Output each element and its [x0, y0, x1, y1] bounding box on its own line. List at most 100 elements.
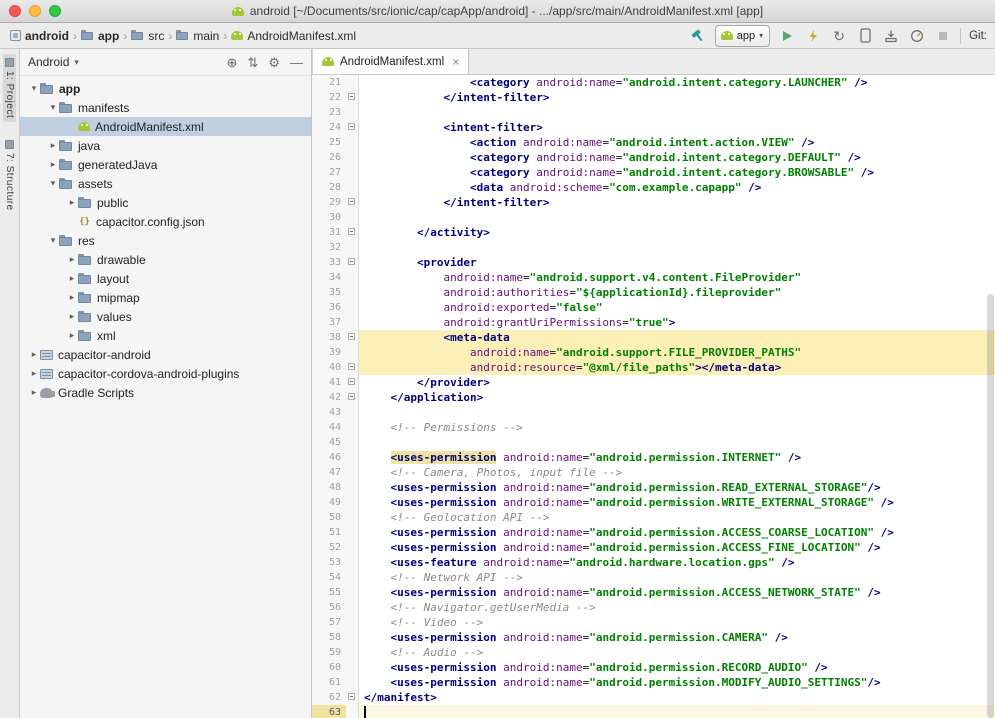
tree-chevron-icon[interactable]: ▸	[66, 330, 78, 341]
code-line-40[interactable]: 40 android:resource="@xml/file_paths"></…	[312, 360, 995, 375]
code-line-38[interactable]: 38 <meta-data	[312, 330, 995, 345]
fold-marker-icon[interactable]	[348, 93, 355, 100]
breadcrumb-item-AndroidManifest.xml[interactable]: AndroidManifest.xml	[229, 29, 358, 43]
code-line-39[interactable]: 39 android:name="android.support.FILE_PR…	[312, 345, 995, 360]
tree-item-AndroidManifest.xml[interactable]: AndroidManifest.xml	[20, 117, 311, 136]
tool-window-tab-project[interactable]: 1: Project	[3, 54, 16, 122]
fold-gutter[interactable]	[346, 390, 359, 405]
fold-gutter[interactable]	[346, 120, 359, 135]
tree-item-java[interactable]: ▸java	[20, 136, 311, 155]
tree-item-app[interactable]: ▾app	[20, 79, 311, 98]
close-icon[interactable]: ×	[452, 55, 459, 69]
tree-chevron-icon[interactable]: ▸	[28, 368, 40, 379]
tree-item-drawable[interactable]: ▸drawable	[20, 250, 311, 269]
tree-item-capacitor-cordova-android-plugins[interactable]: ▸capacitor-cordova-android-plugins	[20, 364, 311, 383]
code-line-55[interactable]: 55 <uses-permission android:name="androi…	[312, 585, 995, 600]
code-line-32[interactable]: 32	[312, 240, 995, 255]
code-line-45[interactable]: 45	[312, 435, 995, 450]
avd-manager-icon[interactable]	[856, 27, 874, 45]
settings-gear-icon[interactable]: ⚙	[268, 56, 280, 69]
code-line-23[interactable]: 23	[312, 105, 995, 120]
fold-gutter[interactable]	[346, 375, 359, 390]
tree-chevron-icon[interactable]: ▸	[66, 254, 78, 265]
code-line-31[interactable]: 31 </activity>	[312, 225, 995, 240]
tree-chevron-icon[interactable]: ▸	[66, 273, 78, 284]
code-line-60[interactable]: 60 <uses-permission android:name="androi…	[312, 660, 995, 675]
code-line-46[interactable]: 46 <uses-permission android:name="androi…	[312, 450, 995, 465]
code-line-48[interactable]: 48 <uses-permission android:name="androi…	[312, 480, 995, 495]
tree-item-capacitor.config.json[interactable]: capacitor.config.json	[20, 212, 311, 231]
tree-item-assets[interactable]: ▾assets	[20, 174, 311, 193]
tree-chevron-icon[interactable]: ▾	[47, 235, 59, 246]
code-line-52[interactable]: 52 <uses-permission android:name="androi…	[312, 540, 995, 555]
close-window-button[interactable]	[9, 5, 21, 17]
fold-marker-icon[interactable]	[348, 393, 355, 400]
editor-scrollbar[interactable]	[986, 75, 995, 718]
tree-chevron-icon[interactable]: ▸	[66, 311, 78, 322]
tree-item-generatedJava[interactable]: ▸generatedJava	[20, 155, 311, 174]
minimize-window-button[interactable]	[29, 5, 41, 17]
tree-chevron-icon[interactable]: ▸	[47, 140, 59, 151]
fold-marker-icon[interactable]	[348, 258, 355, 265]
tree-item-manifests[interactable]: ▾manifests	[20, 98, 311, 117]
tree-chevron-icon[interactable]: ▾	[28, 83, 40, 94]
code-line-34[interactable]: 34 android:name="android.support.v4.cont…	[312, 270, 995, 285]
code-line-47[interactable]: 47 <!-- Camera, Photos, input file -->	[312, 465, 995, 480]
fold-gutter[interactable]	[346, 195, 359, 210]
tree-chevron-icon[interactable]: ▸	[28, 349, 40, 360]
locate-file-icon[interactable]: ⊕	[227, 56, 238, 69]
fold-marker-icon[interactable]	[348, 198, 355, 205]
code-editor[interactable]: 21 <category android:name="android.inten…	[312, 75, 995, 718]
fold-gutter[interactable]	[346, 255, 359, 270]
code-line-21[interactable]: 21 <category android:name="android.inten…	[312, 75, 995, 90]
code-line-42[interactable]: 42 </application>	[312, 390, 995, 405]
code-line-29[interactable]: 29 </intent-filter>	[312, 195, 995, 210]
fold-marker-icon[interactable]	[348, 123, 355, 130]
code-line-41[interactable]: 41 </provider>	[312, 375, 995, 390]
run-button[interactable]	[778, 27, 796, 45]
code-line-27[interactable]: 27 <category android:name="android.inten…	[312, 165, 995, 180]
title-bar[interactable]: android [~/Documents/src/ionic/cap/capAp…	[0, 0, 995, 23]
fold-marker-icon[interactable]	[348, 363, 355, 370]
fold-marker-icon[interactable]	[348, 693, 355, 700]
project-view-selector[interactable]: Android	[28, 55, 69, 69]
fold-marker-icon[interactable]	[348, 378, 355, 385]
code-line-63[interactable]: 63	[312, 705, 995, 718]
code-line-28[interactable]: 28 <data android:scheme="com.example.cap…	[312, 180, 995, 195]
tree-item-values[interactable]: ▸values	[20, 307, 311, 326]
code-line-22[interactable]: 22 </intent-filter>	[312, 90, 995, 105]
collapse-all-icon[interactable]: ⇅	[247, 56, 258, 69]
code-line-24[interactable]: 24 <intent-filter>	[312, 120, 995, 135]
tree-item-layout[interactable]: ▸layout	[20, 269, 311, 288]
code-line-25[interactable]: 25 <action android:name="android.intent.…	[312, 135, 995, 150]
code-line-56[interactable]: 56 <!-- Navigator.getUserMedia -->	[312, 600, 995, 615]
code-line-43[interactable]: 43	[312, 405, 995, 420]
code-line-62[interactable]: 62</manifest>	[312, 690, 995, 705]
code-line-57[interactable]: 57 <!-- Video -->	[312, 615, 995, 630]
code-line-35[interactable]: 35 android:authorities="${applicationId}…	[312, 285, 995, 300]
code-line-26[interactable]: 26 <category android:name="android.inten…	[312, 150, 995, 165]
code-line-53[interactable]: 53 <uses-feature android:name="android.h…	[312, 555, 995, 570]
git-branch-label[interactable]: Git:	[969, 30, 987, 42]
tool-window-tab-structure[interactable]: 7: Structure	[3, 136, 16, 215]
fold-gutter[interactable]	[346, 690, 359, 705]
tree-item-mipmap[interactable]: ▸mipmap	[20, 288, 311, 307]
code-line-58[interactable]: 58 <uses-permission android:name="androi…	[312, 630, 995, 645]
stop-button[interactable]	[934, 27, 952, 45]
code-line-49[interactable]: 49 <uses-permission android:name="androi…	[312, 495, 995, 510]
gradle-sync-icon[interactable]: ↻	[830, 27, 848, 45]
make-project-hammer-icon[interactable]	[689, 27, 707, 45]
tree-item-Gradle Scripts[interactable]: ▸Gradle Scripts	[20, 383, 311, 402]
tree-chevron-icon[interactable]: ▸	[66, 197, 78, 208]
apply-changes-bolt-icon[interactable]	[804, 27, 822, 45]
tree-chevron-icon[interactable]: ▾	[47, 102, 59, 113]
fold-gutter[interactable]	[346, 330, 359, 345]
tree-item-capacitor-android[interactable]: ▸capacitor-android	[20, 345, 311, 364]
fold-gutter[interactable]	[346, 225, 359, 240]
tree-chevron-icon[interactable]: ▾	[47, 178, 59, 189]
fold-marker-icon[interactable]	[348, 228, 355, 235]
tree-item-xml[interactable]: ▸xml	[20, 326, 311, 345]
breadcrumb-item-src[interactable]: src	[129, 29, 166, 43]
code-line-36[interactable]: 36 android:exported="false"	[312, 300, 995, 315]
code-line-54[interactable]: 54 <!-- Network API -->	[312, 570, 995, 585]
